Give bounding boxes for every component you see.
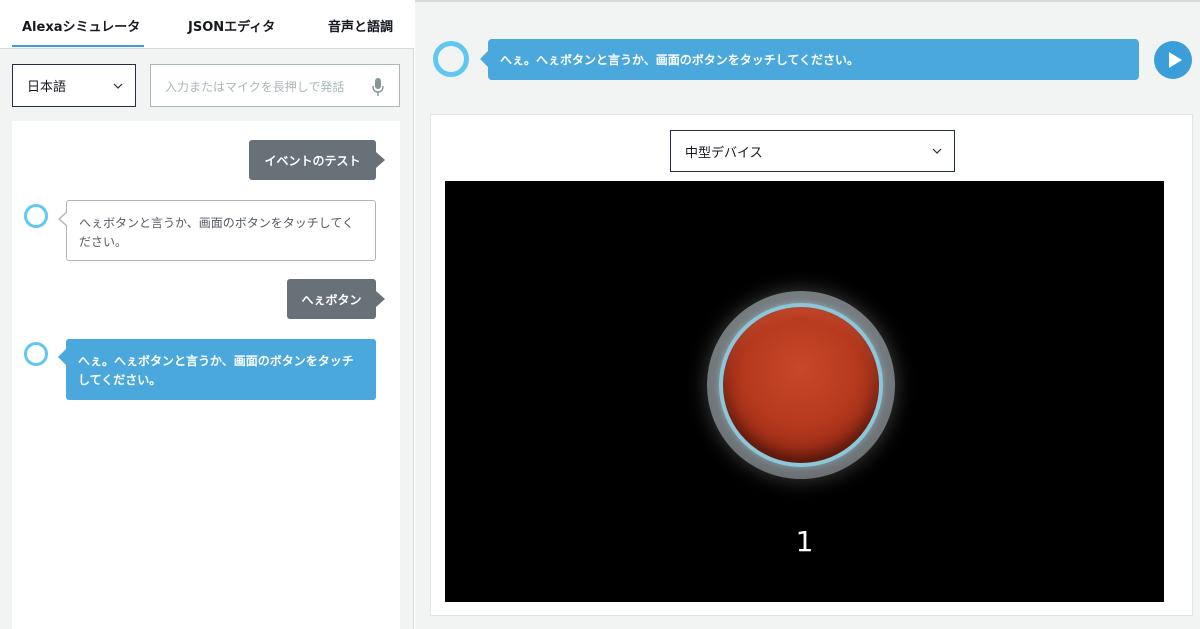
device-select-value: 中型デバイス: [685, 145, 763, 161]
button-cap: [723, 307, 879, 463]
alexa-ring-icon: [24, 342, 48, 366]
chevron-down-icon: [932, 148, 942, 154]
alexa-message: へぇボタンと言うか、画面のボタンをタッチしてください。: [58, 200, 376, 261]
hee-button[interactable]: [707, 291, 895, 479]
press-count: 1: [795, 525, 814, 558]
play-icon[interactable]: [1154, 41, 1192, 79]
alexa-ring-icon: [433, 41, 469, 77]
active-tab-indicator: [12, 45, 144, 47]
tab-json-editor[interactable]: JSONエディタ: [188, 16, 275, 36]
user-message: イベントのテスト: [249, 140, 385, 180]
chevron-down-icon: [113, 83, 123, 89]
utterance-field[interactable]: [150, 64, 400, 107]
dialog-history: イベントのテスト へぇボタンと言うか、画面のボタンをタッチしてください。 へぇボ…: [12, 121, 400, 629]
alexa-ring-icon: [24, 204, 48, 228]
language-select-value: 日本語: [27, 80, 67, 95]
device-screen: 1: [445, 181, 1164, 602]
device-preview-panel: へぇ。へぇボタンと言うか、画面のボタンをタッチしてください。 中型デバイス 1: [415, 0, 1200, 629]
alexa-message-latest: へぇ。へぇボタンと言うか、画面のボタンをタッチしてください。: [58, 339, 376, 400]
language-select[interactable]: 日本語: [12, 64, 136, 107]
alexa-response-bubble: へぇ。へぇボタンと言うか、画面のボタンをタッチしてください。: [480, 39, 1139, 80]
device-select[interactable]: 中型デバイス: [670, 130, 955, 172]
tab-alexa-simulator[interactable]: Alexaシミュレータ: [22, 16, 140, 36]
device-display-card: 中型デバイス 1: [430, 114, 1193, 616]
microphone-icon[interactable]: [371, 77, 385, 97]
tab-voice-and-tone[interactable]: 音声と語調: [328, 16, 393, 36]
utterance-input[interactable]: [165, 77, 355, 97]
simulator-panel: Alexaシミュレータ JSONエディタ 音声と語調 日本語 イベントのテスト …: [0, 0, 414, 629]
tab-bar: Alexaシミュレータ JSONエディタ 音声と語調: [0, 0, 414, 49]
user-message: へぇボタン: [287, 279, 385, 319]
